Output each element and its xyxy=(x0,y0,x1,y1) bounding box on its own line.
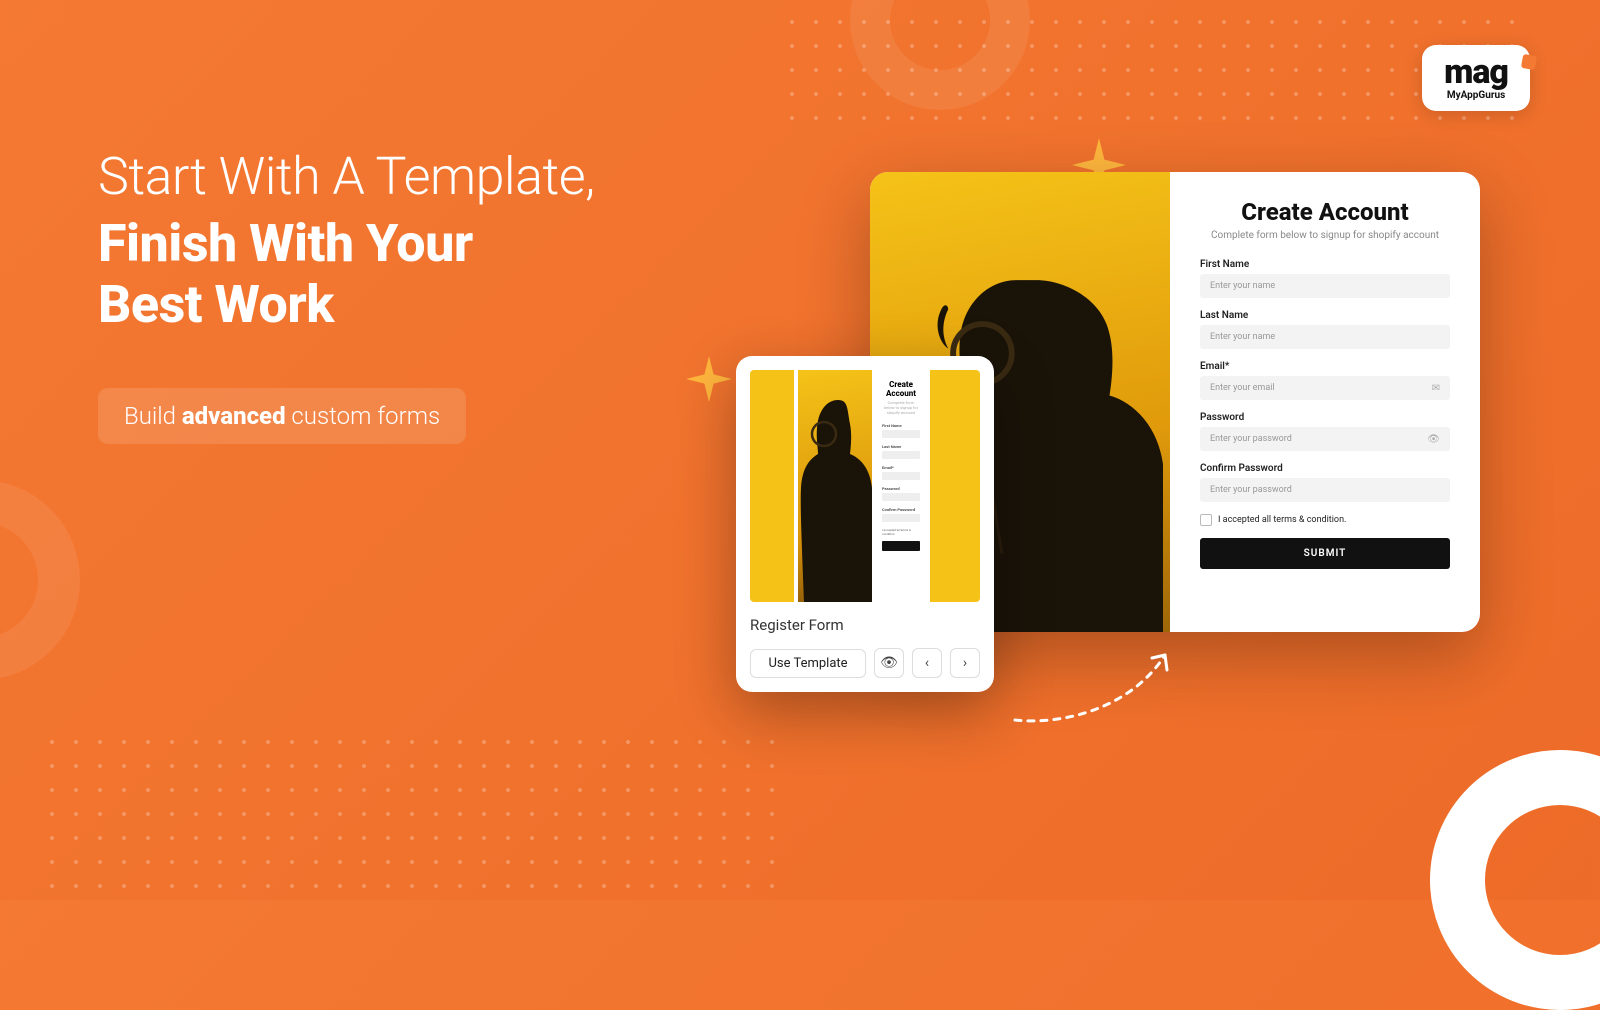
password-label: Password xyxy=(1200,412,1450,423)
password-input[interactable]: Enter your password👁 xyxy=(1200,427,1450,451)
terms-checkbox-row[interactable]: I accepted all terms & condition. xyxy=(1200,514,1450,526)
pill-prefix: Build xyxy=(124,402,182,430)
email-input[interactable]: Enter your email✉ xyxy=(1200,376,1450,400)
thumb-accent-left xyxy=(750,370,794,602)
submit-button[interactable]: SUBMIT xyxy=(1200,538,1450,569)
pill-suffix: custom forms xyxy=(286,402,441,430)
checkbox-icon[interactable] xyxy=(1200,514,1212,526)
eye-icon[interactable]: 👁 xyxy=(1427,434,1440,445)
brand-name: mag xyxy=(1444,57,1508,88)
form-title: Create Account xyxy=(1200,198,1450,226)
mail-icon: ✉ xyxy=(1432,383,1440,394)
confirm-password-label: Confirm Password xyxy=(1200,463,1450,474)
subtitle-pill: Build advanced custom forms xyxy=(98,388,466,444)
brand-accent-icon xyxy=(1521,54,1537,70)
thumb-mini-form: Create Account Complete form below to si… xyxy=(876,370,926,602)
email-label: Email* xyxy=(1200,361,1450,372)
preview-button[interactable]: 👁 xyxy=(874,648,904,678)
first-name-label: First Name xyxy=(1200,259,1450,270)
form-subtitle: Complete form below to signup for shopif… xyxy=(1200,230,1450,241)
thumb-image xyxy=(798,370,872,602)
confirm-password-input[interactable]: Enter your password xyxy=(1200,478,1450,502)
pill-strong: advanced xyxy=(182,402,286,430)
headline: Start With A Template, Finish With Your … xyxy=(98,146,718,336)
headline-line-3: Best Work xyxy=(98,274,718,335)
chevron-left-icon: ‹ xyxy=(925,655,929,671)
template-card: Create Account Complete form below to si… xyxy=(736,356,994,692)
mini-submit-button xyxy=(882,541,920,551)
first-name-input[interactable]: Enter your name xyxy=(1200,274,1450,298)
template-thumbnail: Create Account Complete form below to si… xyxy=(750,370,980,602)
template-title: Register Form xyxy=(750,616,980,634)
ring-decoration-bottom-right xyxy=(1430,750,1600,1010)
next-button[interactable]: › xyxy=(950,648,980,678)
use-template-button[interactable]: Use Template xyxy=(750,649,866,678)
create-account-form: Create Account Complete form below to si… xyxy=(1170,172,1480,632)
prev-button[interactable]: ‹ xyxy=(912,648,942,678)
brand-badge: mag MyAppGurus xyxy=(1422,45,1530,111)
headline-line-2: Finish With Your xyxy=(98,213,718,274)
mini-form-subtitle: Complete form below to signup for shopif… xyxy=(882,400,920,415)
sparkle-icon xyxy=(686,356,732,402)
dashed-arrow-icon xyxy=(1010,640,1190,730)
thumb-accent-right xyxy=(930,370,980,602)
last-name-input[interactable]: Enter your name xyxy=(1200,325,1450,349)
dot-pattern-bottom xyxy=(40,730,780,890)
last-name-label: Last Name xyxy=(1200,310,1450,321)
silhouette-icon xyxy=(798,370,872,602)
headline-line-1: Start With A Template, xyxy=(98,146,718,207)
chevron-right-icon: › xyxy=(963,655,967,671)
mini-form-title: Create Account xyxy=(882,380,920,398)
eye-icon: 👁 xyxy=(880,655,898,671)
terms-label: I accepted all terms & condition. xyxy=(1218,515,1346,525)
ring-decoration-left xyxy=(0,480,80,680)
